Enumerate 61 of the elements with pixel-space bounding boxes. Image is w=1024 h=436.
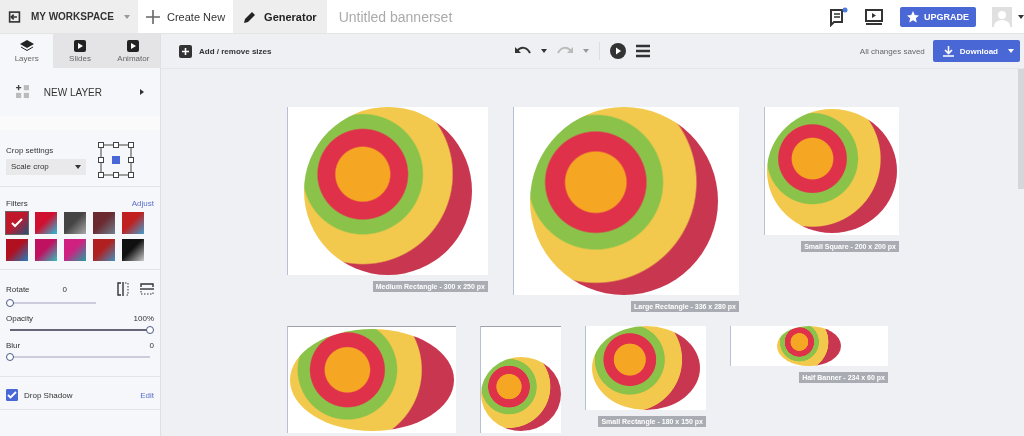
filters-label: Filters: [6, 199, 28, 208]
filter-thumbnail[interactable]: [64, 239, 86, 261]
filter-thumbnail[interactable]: [93, 239, 115, 261]
download-button[interactable]: Download: [932, 40, 1020, 62]
blur-value: 0: [149, 341, 154, 350]
workspace-label: MY WORKSPACE: [31, 11, 114, 22]
photo-placeholder: [777, 326, 841, 366]
opacity-label: Opacity: [6, 314, 34, 323]
banner-preview[interactable]: [480, 326, 561, 433]
plus-icon: [179, 44, 192, 58]
layers-icon: [19, 39, 34, 52]
flip-horizontal-icon[interactable]: [116, 282, 130, 296]
rotate-value: 0: [62, 284, 67, 294]
banner-preview[interactable]: [287, 107, 488, 275]
banner-preview[interactable]: [513, 107, 739, 295]
filter-thumbnail[interactable]: [93, 212, 115, 234]
plus-icon: [146, 9, 160, 24]
edit-link[interactable]: Edit: [140, 390, 154, 400]
star-icon: [907, 10, 919, 23]
drop-shadow-checkbox[interactable]: [6, 389, 18, 401]
upgrade-button[interactable]: UPGRADE: [900, 6, 976, 27]
arrow-right-icon: [140, 89, 144, 95]
preview-icon[interactable]: [864, 6, 884, 27]
add-layer-icon: [16, 84, 30, 100]
filter-thumbnail[interactable]: [6, 212, 28, 234]
filter-thumbnail[interactable]: [64, 212, 86, 234]
caret-icon[interactable]: [1018, 14, 1024, 19]
filter-thumbnail[interactable]: [122, 212, 144, 234]
banner-preview[interactable]: [730, 326, 888, 366]
drop-shadow-label: Drop Shadow: [24, 390, 74, 400]
play-icon: [73, 39, 87, 52]
blur-label: Blur: [6, 341, 21, 350]
sidebar-tab[interactable]: Animator: [106, 34, 160, 68]
sidebar-tab[interactable]: Layers: [0, 34, 54, 68]
filter-thumbnail[interactable]: [35, 212, 57, 234]
crop-settings-label: Crop settings: [6, 145, 55, 155]
caret-icon: [124, 14, 130, 19]
crop-select[interactable]: Scale crop: [6, 158, 86, 175]
generator-button[interactable]: Generator: [233, 0, 327, 33]
exit-icon: [8, 8, 22, 25]
new-layer-label: NEW LAYER: [43, 86, 102, 98]
crop-anchor-icon[interactable]: [98, 142, 134, 178]
opacity-value: 100%: [133, 314, 154, 323]
filter-thumbnail[interactable]: [6, 239, 28, 261]
pencil-icon: [243, 9, 258, 24]
comments-icon[interactable]: [828, 6, 848, 27]
play-icon[interactable]: [610, 43, 627, 59]
menu-icon[interactable]: [636, 44, 651, 58]
play-icon: [126, 39, 141, 52]
add-remove-sizes-button[interactable]: Add / remove sizes: [171, 36, 280, 66]
save-status: All changes saved: [859, 46, 925, 56]
workspace-menu[interactable]: MY WORKSPACE: [0, 0, 138, 33]
caret-icon[interactable]: [541, 49, 548, 53]
adjust-link[interactable]: Adjust: [131, 199, 154, 208]
flip-vertical-icon[interactable]: [140, 282, 154, 296]
filter-thumbnail[interactable]: [35, 239, 57, 261]
rotate-label: Rotate: [6, 284, 30, 294]
download-icon: [942, 45, 954, 57]
sidebar-tab[interactable]: Slides: [53, 34, 107, 68]
create-new-button[interactable]: Create New: [138, 1, 234, 32]
filter-thumbnail[interactable]: [122, 239, 144, 261]
